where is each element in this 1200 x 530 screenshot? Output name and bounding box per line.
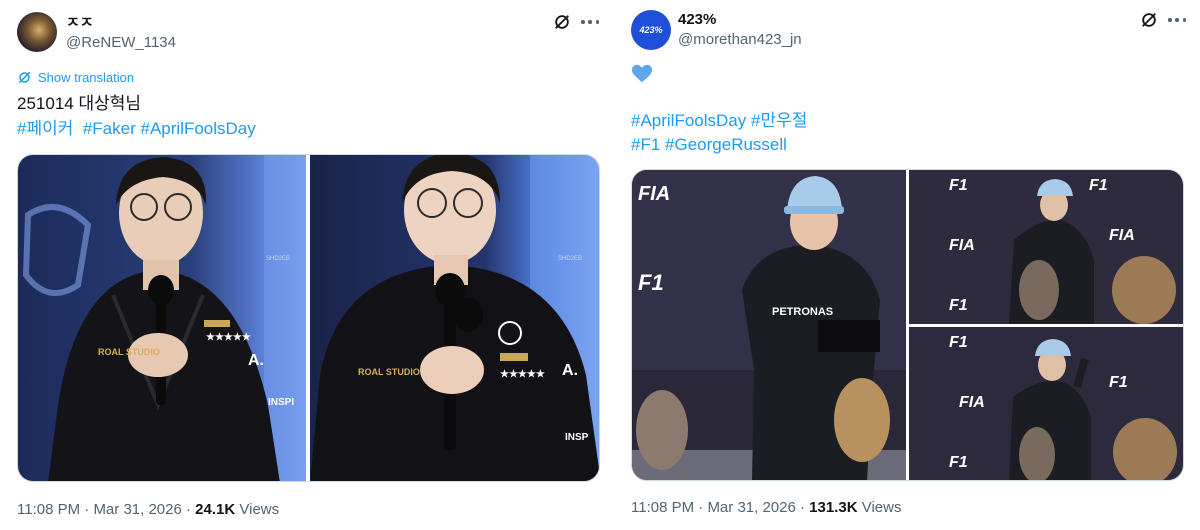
views-count: 131.3K [809,499,858,516]
svg-text:SHD2EB: SHD2EB [266,256,290,262]
more-icon[interactable] [1168,11,1186,29]
show-translation-label: Show translation [38,70,135,85]
more-icon[interactable] [581,13,599,31]
meta-separator: · [84,501,90,518]
svg-text:A.: A. [562,362,578,379]
svg-text:F1: F1 [1109,374,1128,391]
hashtag-line: #페이커 #Faker #AprilFoolsDay [17,117,256,141]
hashtag-link[interactable]: #AprilFoolsDay [631,111,746,130]
svg-text:F1: F1 [638,270,664,295]
svg-text:FIA: FIA [1109,227,1135,244]
user-handle[interactable]: @morethan423_jn [678,31,802,48]
svg-text:INSPI: INSPI [268,397,294,408]
photo-driver-main[interactable]: FIA F1 F1 PETRONAS [632,170,906,480]
tweet-date[interactable]: Mar 31, 2026 [93,501,181,518]
photo-player-right[interactable]: ★★★★★ ROAL STUDIO A. INSP SHD2EB [310,155,599,481]
photo-player-left[interactable]: ★★★★★ ROAL STUDIO A. INSPI SHD2EB [18,155,306,481]
views-label: Views [861,499,902,516]
svg-text:F1: F1 [949,454,968,471]
tweet-meta: 11:08 PM · Mar 31, 2026 · 131.3K Views [631,499,901,516]
svg-text:F1: F1 [1089,177,1108,194]
avatar[interactable]: 423% [631,10,671,50]
blue-heart-emoji [631,63,653,85]
meta-separator: · [186,501,191,518]
media-grid: FIA F1 F1 PETRONAS F1 F1 FIA FIA [631,169,1184,481]
svg-text:A.: A. [248,352,264,369]
user-handle[interactable]: @ReNEW_1134 [66,34,176,51]
svg-text:★★★★★: ★★★★★ [500,369,545,380]
svg-text:FIA: FIA [638,183,670,205]
tweet-date[interactable]: Mar 31, 2026 [707,499,795,516]
hashtag-line: #F1 #GeorgeRussell [631,133,787,157]
tweet-text: 251014 대상혁님 [17,94,142,113]
translate-icon [18,71,31,84]
svg-text:SHD2EB: SHD2EB [558,256,582,262]
hashtag-link[interactable]: #페이커 [17,119,73,138]
grok-icon[interactable] [1140,11,1158,29]
display-name[interactable]: 423% [678,11,716,28]
hashtag-link[interactable]: #만우절 [751,111,807,130]
hashtag-link[interactable]: #GeorgeRussell [665,135,787,154]
grok-icon[interactable] [553,13,571,31]
svg-text:F1: F1 [949,297,968,314]
hashtag-link[interactable]: #F1 [631,135,660,154]
photo-driver-bottom-right[interactable]: F1 FIA F1 F1 [909,327,1183,480]
tweet-meta: 11:08 PM · Mar 31, 2026 · 24.1K Views [17,501,279,518]
svg-text:ROAL STUDIO: ROAL STUDIO [358,367,420,377]
hashtag-line: #AprilFoolsDay #만우절 [631,109,807,133]
avatar-text: 423% [639,25,663,35]
svg-text:PETRONAS: PETRONAS [772,306,833,318]
views-label: Views [239,501,280,518]
svg-text:ROAL STUDIO: ROAL STUDIO [98,347,160,357]
svg-text:★★★★★: ★★★★★ [206,332,251,343]
display-name[interactable]: ㅈㅈ [66,11,94,32]
svg-text:INSP: INSP [565,432,589,443]
show-translation-link[interactable]: Show translation [17,70,134,85]
meta-separator: · [800,499,805,516]
tweet-time[interactable]: 11:08 PM [17,501,80,518]
media-grid: ★★★★★ ROAL STUDIO A. INSPI SHD2EB ★★★★★ … [17,154,600,482]
avatar[interactable] [17,12,57,52]
hashtag-link[interactable]: #AprilFoolsDay [140,119,255,138]
photo-driver-top-right[interactable]: F1 F1 FIA FIA F1 [909,170,1183,324]
svg-text:FIA: FIA [959,394,985,411]
svg-text:F1: F1 [949,334,968,351]
tweet-card: ㅈㅈ @ReNEW_1134 Show translation 251014 대… [0,0,610,530]
tweet-card: 423% 423% @morethan423_jn #AprilFoolsDay… [615,0,1200,530]
meta-separator: · [698,499,704,516]
hashtag-link[interactable]: #Faker [83,119,136,138]
svg-text:FIA: FIA [949,237,975,254]
views-count: 24.1K [195,501,236,518]
svg-text:F1: F1 [949,177,968,194]
tweet-time[interactable]: 11:08 PM [631,499,694,516]
